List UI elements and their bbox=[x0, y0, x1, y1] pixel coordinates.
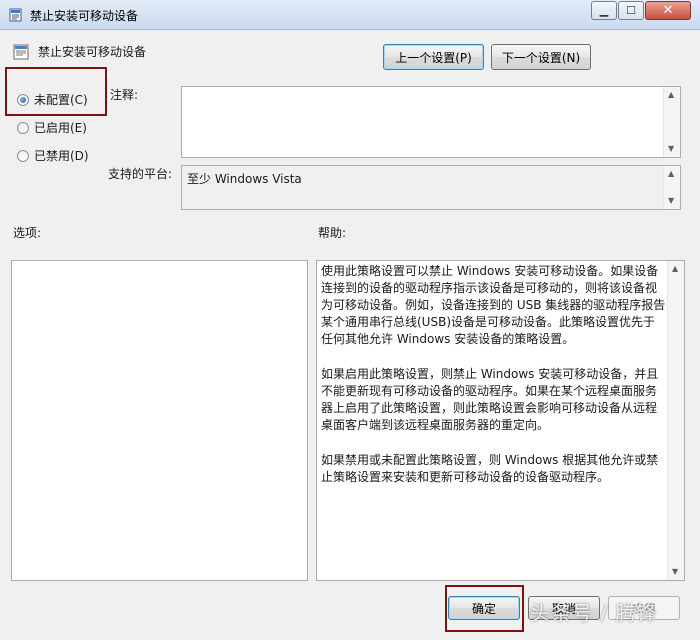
radio-disabled-label: 已禁用(D) bbox=[34, 149, 89, 163]
minimize-icon: ▁ bbox=[599, 4, 609, 17]
policy-title: 禁止安装可移动设备 bbox=[38, 45, 147, 59]
policy-window-icon bbox=[9, 8, 22, 22]
help-label: 帮助: bbox=[318, 226, 347, 240]
help-paragraph: 如果启用此策略设置，则禁止 Windows 安装可移动设备，并且不能更新现有可移… bbox=[321, 367, 659, 432]
scroll-down-icon[interactable]: ▼ bbox=[668, 145, 674, 153]
supported-platform-value: 至少 Windows Vista bbox=[187, 172, 302, 186]
radio-disabled-indicator[interactable] bbox=[17, 149, 29, 162]
window-title: 禁止安装可移动设备 bbox=[30, 9, 139, 23]
previous-setting-button[interactable]: 上一个设置(P) bbox=[383, 44, 484, 70]
scroll-up-icon[interactable]: ▲ bbox=[672, 265, 678, 273]
title-bar: 禁止安装可移动设备 ▁ ☐ ✕ bbox=[0, 0, 700, 30]
maximize-button[interactable]: ☐ bbox=[618, 1, 644, 20]
supported-platform-field: 至少 Windows Vista ▲ ▼ bbox=[181, 165, 681, 210]
radio-not-configured-indicator[interactable] bbox=[17, 93, 29, 106]
scroll-down-icon[interactable]: ▼ bbox=[672, 568, 678, 576]
minimize-button[interactable]: ▁ bbox=[591, 1, 617, 20]
options-label: 选项: bbox=[13, 226, 42, 240]
radio-enabled-indicator[interactable] bbox=[17, 121, 29, 134]
scroll-up-icon[interactable]: ▲ bbox=[668, 91, 674, 99]
watermark: 头条号 / 腾锋 bbox=[530, 601, 658, 625]
comment-scrollbar[interactable]: ▲ ▼ bbox=[663, 87, 680, 157]
options-pane bbox=[11, 260, 308, 581]
ok-button[interactable]: 确定 bbox=[448, 596, 520, 620]
comment-field[interactable]: ▲ ▼ bbox=[181, 86, 681, 158]
radio-enabled-label: 已启用(E) bbox=[34, 121, 87, 135]
close-button[interactable]: ✕ bbox=[645, 1, 691, 20]
comment-label: 注释: bbox=[110, 88, 139, 102]
help-pane[interactable]: 使用此策略设置可以禁止 Windows 安装可移动设备。如果设备连接到的设备的驱… bbox=[316, 260, 685, 581]
radio-enabled[interactable]: 已启用(E) bbox=[17, 119, 87, 136]
help-paragraph: 使用此策略设置可以禁止 Windows 安装可移动设备。如果设备连接到的设备的驱… bbox=[321, 264, 666, 346]
maximize-icon: ☐ bbox=[626, 4, 636, 17]
policy-setting-icon bbox=[13, 44, 29, 60]
help-text: 使用此策略设置可以禁止 Windows 安装可移动设备。如果设备连接到的设备的驱… bbox=[321, 263, 666, 504]
close-icon: ✕ bbox=[662, 3, 674, 18]
scroll-up-icon[interactable]: ▲ bbox=[668, 170, 674, 178]
radio-disabled[interactable]: 已禁用(D) bbox=[17, 147, 89, 164]
help-scrollbar[interactable]: ▲ ▼ bbox=[667, 261, 684, 580]
help-paragraph: 如果禁用或未配置此策略设置，则 Windows 根据其他允许或禁止策略设置来安装… bbox=[321, 453, 659, 484]
platform-scrollbar[interactable]: ▲ ▼ bbox=[663, 166, 680, 209]
supported-platform-label: 支持的平台: bbox=[108, 167, 173, 181]
scroll-down-icon[interactable]: ▼ bbox=[668, 197, 674, 205]
radio-not-configured[interactable]: 未配置(C) bbox=[17, 91, 88, 108]
radio-not-configured-label: 未配置(C) bbox=[34, 93, 88, 107]
next-setting-button[interactable]: 下一个设置(N) bbox=[491, 44, 591, 70]
